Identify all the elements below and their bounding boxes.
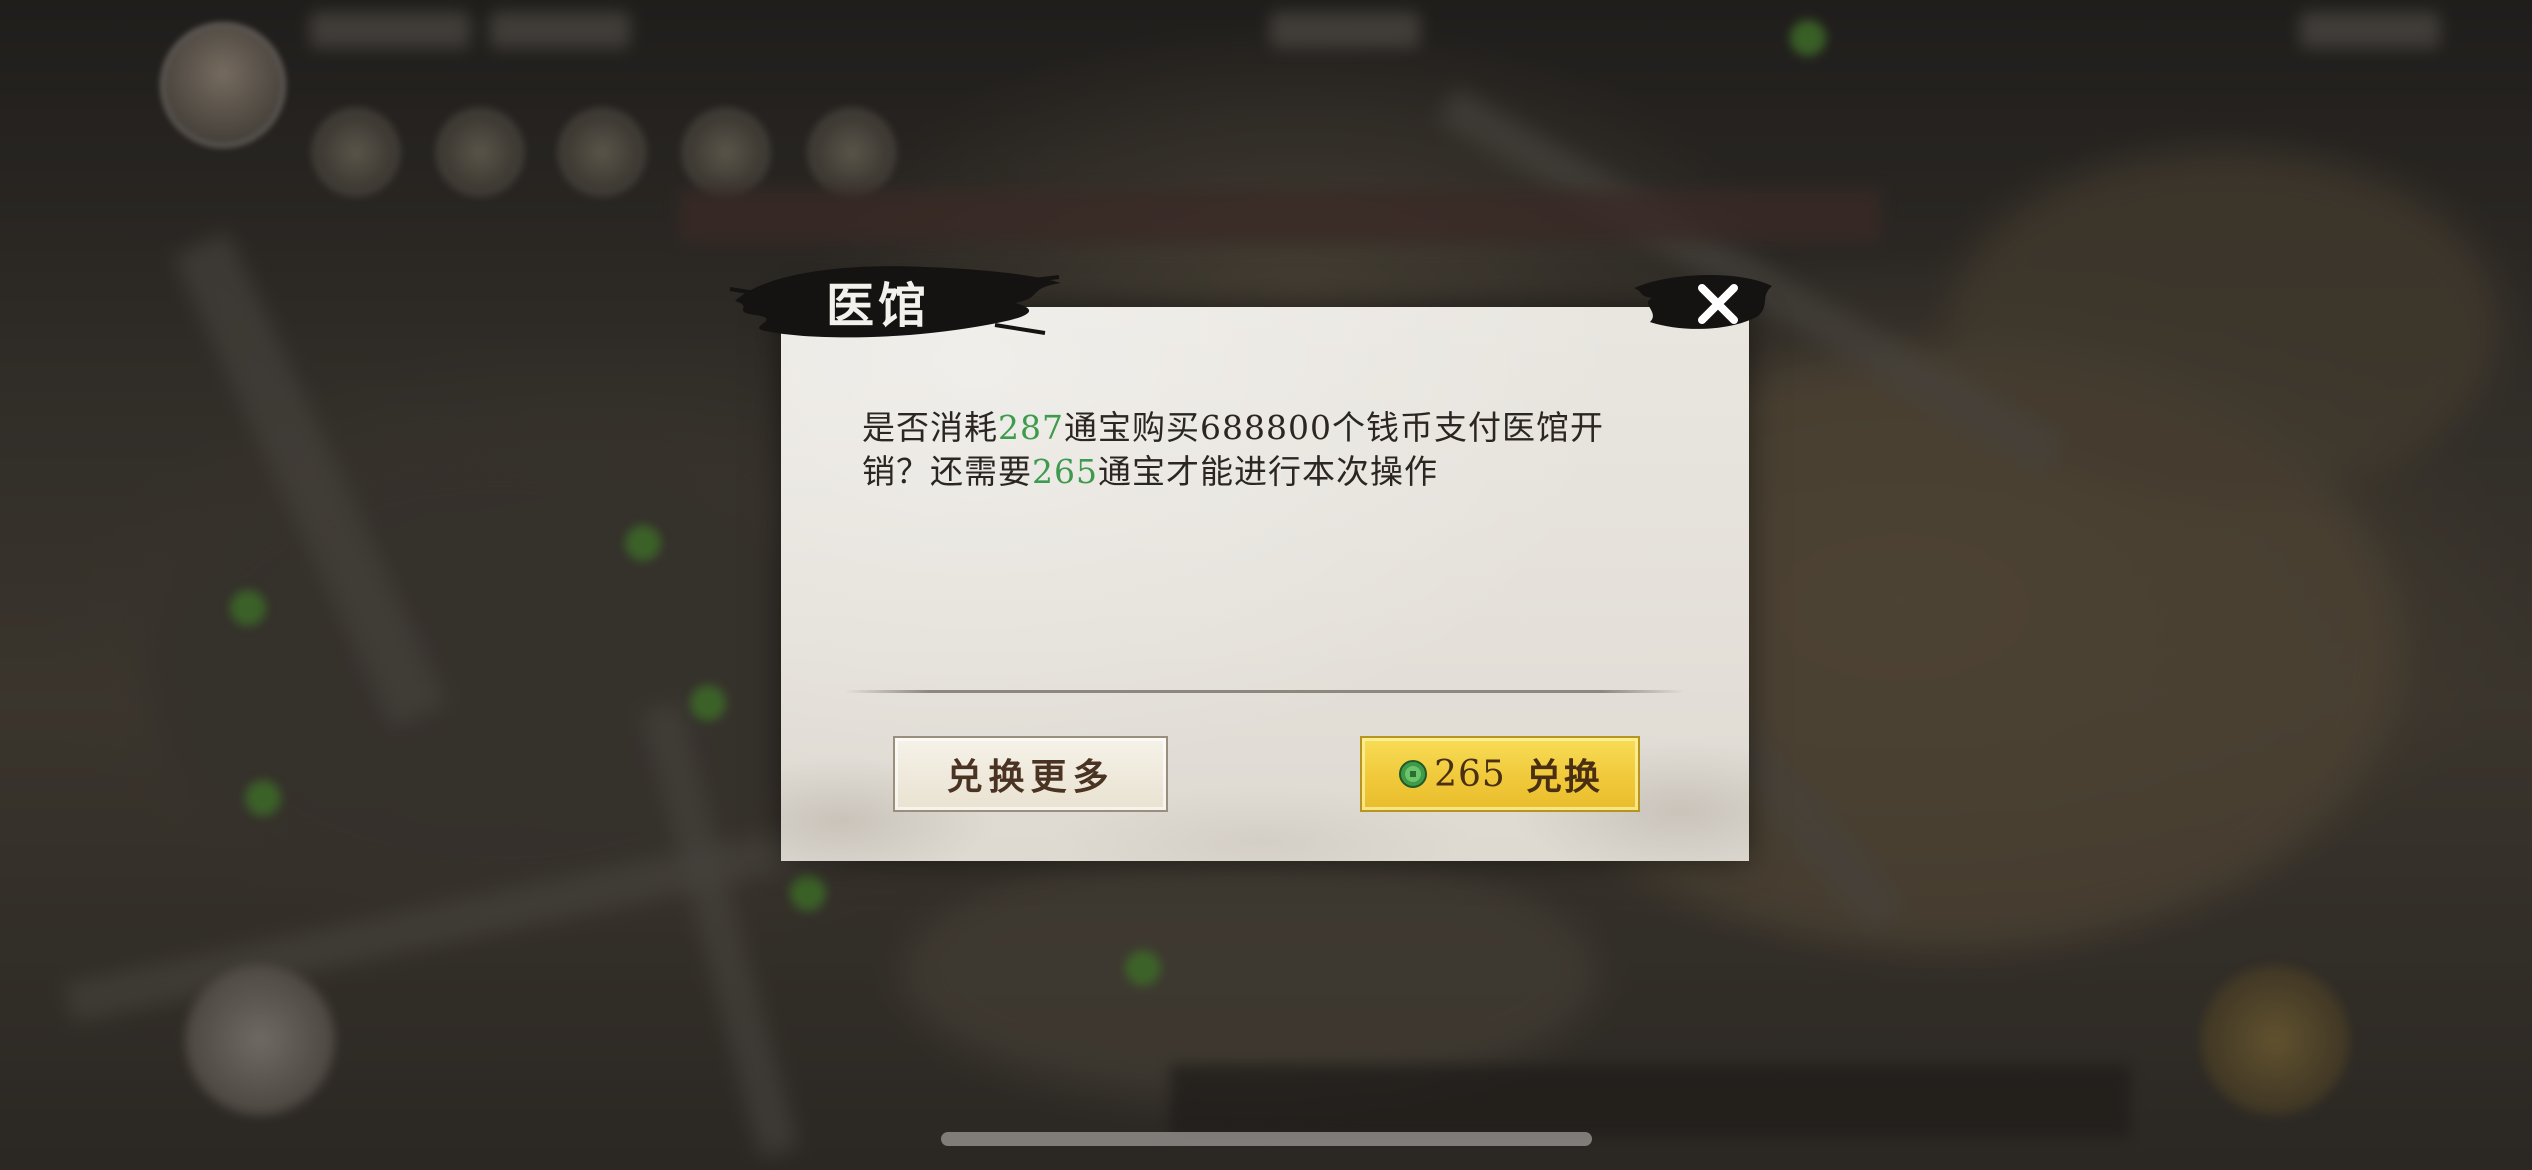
close-button[interactable] xyxy=(1690,276,1746,332)
hud-text xyxy=(2300,12,2440,48)
shortfall-amount: 265 xyxy=(1032,452,1098,491)
hud-slot xyxy=(312,108,400,196)
exchange-more-label: 兑换更多 xyxy=(946,756,1115,798)
hud-text xyxy=(1270,12,1420,48)
hud-text xyxy=(310,12,470,48)
message-text: 是否消耗 xyxy=(862,408,998,447)
close-icon xyxy=(1698,284,1738,324)
exchange-button[interactable]: 265 兑换 xyxy=(1360,736,1640,812)
cost-amount: 287 xyxy=(998,408,1064,447)
hud-slot xyxy=(558,108,646,196)
message-text: 通宝才能进行本次操作 xyxy=(1098,452,1438,491)
exchange-cost: 265 xyxy=(1434,753,1506,795)
home-indicator[interactable] xyxy=(941,1132,1592,1146)
exchange-more-button[interactable]: 兑换更多 xyxy=(893,736,1168,812)
exchange-label: 兑换 xyxy=(1525,756,1602,798)
hud-slot xyxy=(682,108,770,196)
hud-slot xyxy=(808,108,896,196)
jade-coin-icon xyxy=(1399,760,1428,788)
dialog-title: 医馆 xyxy=(826,278,931,334)
dialog-divider xyxy=(845,690,1685,693)
confirm-message: 是否消耗287通宝购买688800个钱币支付医馆开销？还需要265通宝才能进行本… xyxy=(862,406,1642,494)
hud-text xyxy=(490,12,630,48)
player-avatar xyxy=(160,22,286,148)
hud-slot xyxy=(436,108,524,196)
hud-banner xyxy=(680,190,1880,242)
